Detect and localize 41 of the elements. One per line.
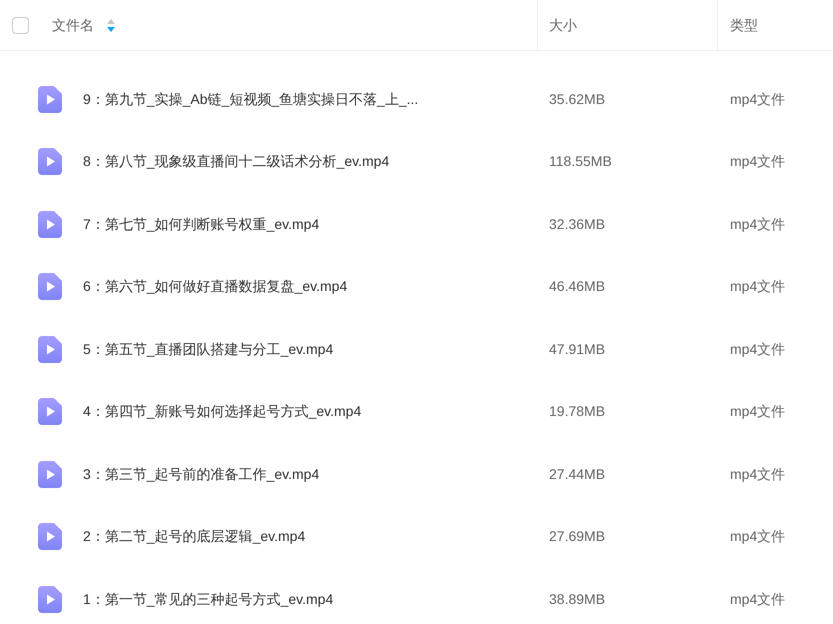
file-name[interactable]: 3：第三节_起号前的准备工作_ev.mp4 [83,464,320,485]
file-type: mp4文件 [730,528,786,544]
file-name[interactable]: 8：第八节_现象级直播间十二级话术分析_ev.mp4 [83,151,390,172]
video-file-icon [38,398,62,426]
file-type: mp4文件 [730,278,786,294]
file-type: mp4文件 [730,590,786,607]
video-file-icon [38,148,62,176]
file-type: mp4文件 [730,216,786,232]
file-size: 32.36MB [549,216,606,232]
file-type: mp4文件 [730,403,786,420]
video-file-icon [38,523,62,550]
column-header[interactable]: 文件名 [52,14,94,36]
video-file-icon [38,86,62,113]
file-size: 19.78MB [549,403,606,420]
file-type: mp4文件 [730,466,786,482]
column-header[interactable]: 类型 [730,14,758,36]
file-size: 38.89MB [549,590,606,607]
file-name[interactable]: 4：第四节_新账号如何选择起号方式_ev.mp4 [83,401,362,422]
file-name[interactable]: 2：第二节_起号的底层逻辑_ev.mp4 [83,526,306,548]
file-name[interactable]: 6：第六节_如何做好直播数据复盘_ev.mp4 [83,276,348,298]
file-size: 46.46MB [549,278,606,294]
file-size: 35.62MB [549,90,606,107]
video-file-icon [38,336,62,363]
file-type: mp4文件 [730,340,786,357]
file-type: mp4文件 [730,153,786,170]
video-file-icon [38,586,62,613]
file-name[interactable]: 9：第九节_实操_Ab链_短视频_鱼塘实操日不落_上_... [83,88,418,110]
file-type: mp4文件 [730,90,786,107]
file-size: 27.44MB [549,466,606,482]
sort-icon[interactable] [107,18,115,32]
file-size: 47.91MB [549,340,606,357]
column-header[interactable]: 大小 [549,14,577,36]
file-size: 118.55MB [549,153,612,170]
video-file-icon [38,273,62,300]
file-name[interactable]: 5：第五节_直播团队搭建与分工_ev.mp4 [83,338,334,360]
file-name[interactable]: 7：第七节_如何判断账号权重_ev.mp4 [83,214,320,235]
video-file-icon [38,210,62,238]
video-file-icon [38,460,62,488]
file-size: 27.69MB [549,528,606,544]
select-all-checkbox[interactable] [12,16,29,34]
file-name[interactable]: 1：第一节_常见的三种起号方式_ev.mp4 [83,588,334,610]
